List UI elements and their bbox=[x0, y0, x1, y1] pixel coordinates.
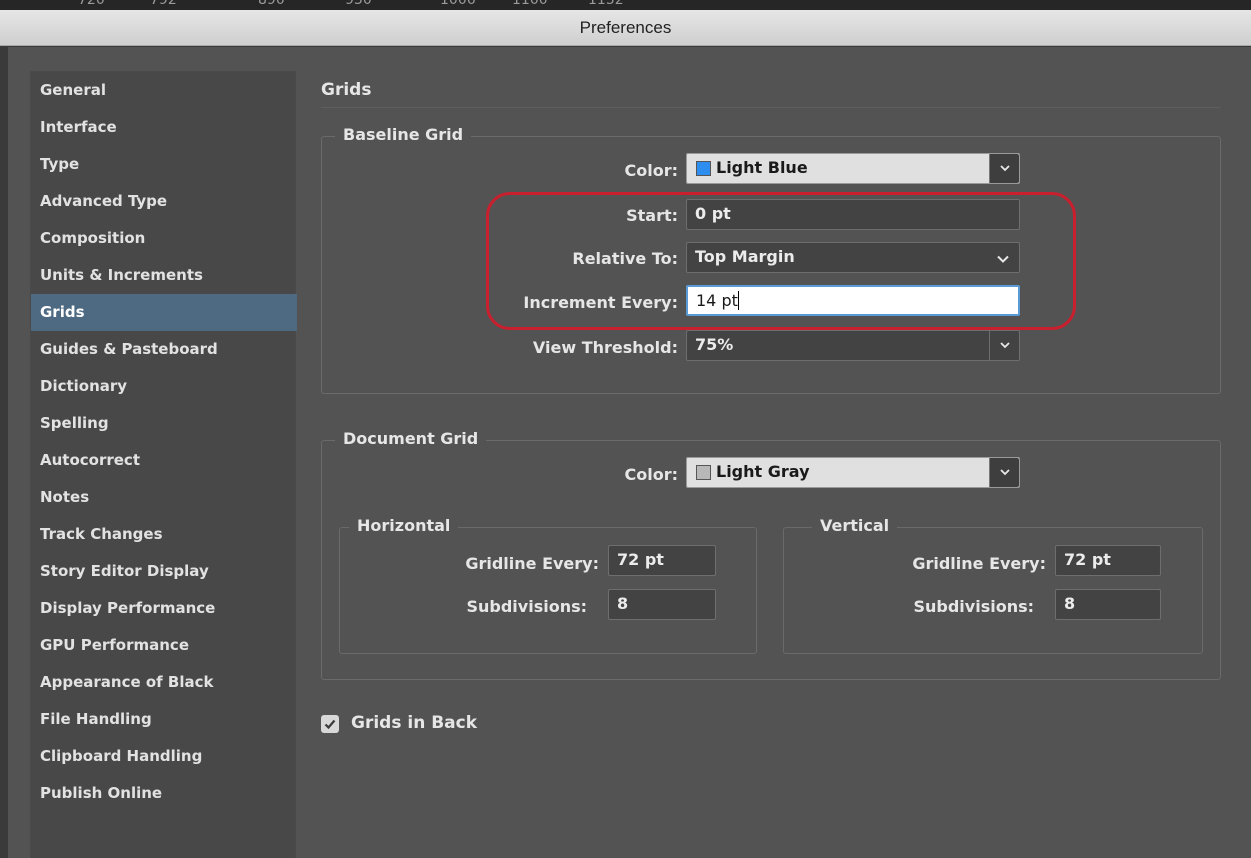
sidebar-item-publish-online[interactable]: Publish Online bbox=[31, 775, 297, 812]
light-gray-swatch bbox=[696, 465, 711, 480]
sidebar-item-advanced-type[interactable]: Advanced Type bbox=[31, 183, 297, 220]
document-grid-title: Document Grid bbox=[335, 429, 487, 448]
horizontal-title: Horizontal bbox=[349, 516, 459, 535]
sidebar-item-dictionary[interactable]: Dictionary bbox=[31, 368, 297, 405]
sidebar-item-units-increments[interactable]: Units & Increments bbox=[31, 257, 297, 294]
sidebar-item-interface[interactable]: Interface bbox=[31, 109, 297, 146]
sidebar-item-appearance-of-black[interactable]: Appearance of Black bbox=[31, 664, 297, 701]
baseline-color-value: Light Blue bbox=[716, 158, 808, 177]
sidebar-item-general[interactable]: General bbox=[31, 72, 297, 109]
window-titlebar[interactable]: Preferences bbox=[0, 10, 1251, 46]
document-color-label: Color: bbox=[624, 465, 679, 484]
sidebar-item-grids[interactable]: Grids bbox=[31, 294, 297, 331]
chevron-down-icon bbox=[1000, 342, 1010, 349]
sidebar-item-autocorrect[interactable]: Autocorrect bbox=[31, 442, 297, 479]
sidebar-item-guides-pasteboard[interactable]: Guides & Pasteboard bbox=[31, 331, 297, 368]
sidebar-item-spelling[interactable]: Spelling bbox=[31, 405, 297, 442]
vertical-subdivisions-input[interactable]: 8 bbox=[1055, 589, 1161, 620]
baseline-color-label: Color: bbox=[624, 161, 679, 180]
ruler-number: 1006 bbox=[440, 0, 476, 8]
horizontal-gridline-input[interactable]: 72 pt bbox=[608, 545, 716, 576]
sidebar-item-gpu-performance[interactable]: GPU Performance bbox=[31, 627, 297, 664]
chevron-down-icon bbox=[1000, 469, 1010, 476]
annotation-highlight-ring bbox=[486, 192, 1076, 330]
ruler-number: 792 bbox=[150, 0, 177, 8]
vertical-subdivisions-label: Subdivisions: bbox=[913, 597, 1034, 616]
checkmark-icon bbox=[324, 719, 336, 730]
vertical-gridline-label: Gridline Every: bbox=[912, 554, 1046, 573]
vertical-gridline-input[interactable]: 72 pt bbox=[1055, 545, 1161, 576]
grids-in-back-checkbox[interactable] bbox=[321, 715, 339, 733]
ruler-number: 1152 bbox=[588, 0, 624, 8]
sidebar-item-type[interactable]: Type bbox=[31, 146, 297, 183]
document-color-dropdown-arrow[interactable] bbox=[989, 458, 1019, 487]
view-threshold-dropdown-arrow[interactable] bbox=[989, 331, 1019, 360]
ruler-number: 930 bbox=[345, 0, 372, 8]
sidebar-item-track-changes[interactable]: Track Changes bbox=[31, 516, 297, 553]
sidebar-item-story-editor-display[interactable]: Story Editor Display bbox=[31, 553, 297, 590]
preferences-sidebar: General Interface Type Advanced Type Com… bbox=[30, 71, 297, 858]
baseline-view-threshold-label: View Threshold: bbox=[532, 338, 678, 357]
chevron-down-icon bbox=[1000, 165, 1010, 172]
ruler-number: 1100 bbox=[512, 0, 548, 8]
vertical-title: Vertical bbox=[812, 516, 898, 535]
grids-in-back-label[interactable]: Grids in Back bbox=[351, 713, 477, 733]
ruler-number: 890 bbox=[258, 0, 285, 8]
sidebar-item-composition[interactable]: Composition bbox=[31, 220, 297, 257]
baseline-view-threshold-dropdown[interactable]: 75% bbox=[686, 330, 1020, 361]
baseline-color-dropdown-arrow[interactable] bbox=[989, 154, 1019, 183]
document-color-value: Light Gray bbox=[716, 462, 810, 481]
panel-divider bbox=[321, 107, 1221, 108]
ruler-number: 720 bbox=[78, 0, 105, 8]
horizontal-gridline-label: Gridline Every: bbox=[465, 554, 599, 573]
sidebar-item-notes[interactable]: Notes bbox=[31, 479, 297, 516]
horizontal-subdivisions-label: Subdivisions: bbox=[466, 597, 587, 616]
sidebar-item-file-handling[interactable]: File Handling bbox=[31, 701, 297, 738]
light-blue-swatch bbox=[696, 161, 711, 176]
horizontal-subdivisions-input[interactable]: 8 bbox=[608, 589, 716, 620]
window-title: Preferences bbox=[579, 18, 672, 37]
background-ruler-strip: 720 792 890 930 1006 1100 1152 bbox=[0, 0, 1251, 10]
sidebar-item-display-performance[interactable]: Display Performance bbox=[31, 590, 297, 627]
sidebar-item-clipboard-handling[interactable]: Clipboard Handling bbox=[31, 738, 297, 775]
baseline-view-threshold-value: 75% bbox=[695, 335, 734, 354]
baseline-grid-title: Baseline Grid bbox=[335, 125, 472, 144]
document-color-dropdown[interactable]: Light Gray bbox=[686, 457, 1020, 488]
baseline-color-dropdown[interactable]: Light Blue bbox=[686, 153, 1020, 184]
panel-title: Grids bbox=[321, 80, 372, 100]
preferences-dialog: General Interface Type Advanced Type Com… bbox=[8, 47, 1251, 858]
